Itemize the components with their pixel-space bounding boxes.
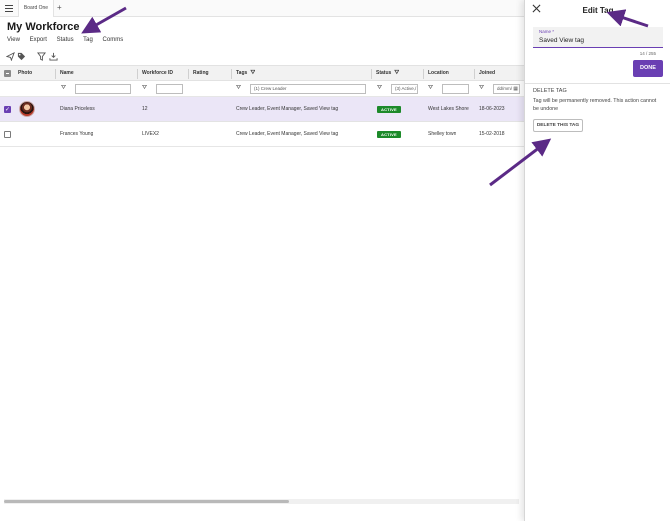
status-badge: ACTIVE <box>377 122 401 146</box>
workforce-id-filter-input[interactable] <box>156 84 183 94</box>
cell-name[interactable]: Frances Young <box>60 122 93 146</box>
menu-status[interactable]: Status <box>57 37 74 43</box>
delete-tag-heading: DELETE TAG <box>533 88 567 94</box>
select-all-checkbox[interactable] <box>4 66 11 80</box>
send-icon[interactable] <box>5 51 15 62</box>
avatar <box>19 97 35 121</box>
tag-name-field[interactable]: Name * Saved View tag <box>533 27 663 48</box>
funnel-icon[interactable]: ⛛ <box>236 85 241 92</box>
cell-name[interactable]: Diana Priceless <box>60 97 95 121</box>
filter-row: ⛛ ⛛ ⛛ (1) Crew Leader ⛛ (3) Active,/ ⛛ ⛛… <box>0 81 524 97</box>
funnel-icon[interactable]: ⛛ <box>479 85 484 92</box>
cell-tags: Crew Leader, Event Manager, Saved View t… <box>236 106 339 112</box>
joined-filter-text: dd/mm/ <box>497 86 513 91</box>
cell-joined: 18-06-2023 <box>479 106 505 112</box>
status-filter-input[interactable]: (3) Active,/ <box>391 84 418 94</box>
filter-icon[interactable] <box>36 52 46 62</box>
scrollbar-thumb[interactable] <box>4 500 289 503</box>
cell-workforce-id: LIVEX2 <box>142 131 159 137</box>
status-badge-label: ACTIVE <box>377 130 401 138</box>
cell-location: West Lakes Shore <box>428 106 469 112</box>
funnel-icon[interactable]: ⛛ <box>377 85 382 92</box>
char-counter: 14 / 255 <box>639 51 656 56</box>
name-filter-input[interactable] <box>75 84 131 94</box>
funnel-icon[interactable]: ⛛ <box>61 85 66 92</box>
funnel-icon[interactable]: ⛛ <box>428 85 433 92</box>
tags-filter-input[interactable]: (1) Crew Leader <box>250 84 366 94</box>
funnel-icon[interactable]: ⛛ <box>250 70 255 77</box>
column-header-photo[interactable]: Photo <box>18 66 32 80</box>
menu-tag[interactable]: Tag <box>83 37 93 43</box>
horizontal-scrollbar[interactable] <box>4 499 519 504</box>
column-header-name[interactable]: Name <box>60 66 74 80</box>
column-header-joined[interactable]: Joined <box>479 66 495 80</box>
table-header: Photo Name Workforce ID Rating Tags ⛛ Sta… <box>0 65 524 81</box>
cell-workforce-id: 12 <box>142 106 148 112</box>
add-tab-button[interactable]: + <box>57 3 62 13</box>
menu-comms[interactable]: Comms <box>103 37 124 43</box>
menu-view[interactable]: View <box>7 37 20 43</box>
cell-location: Shelley town <box>428 131 457 137</box>
done-button[interactable]: DONE <box>633 60 663 77</box>
edit-tag-panel: Edit Tag Name * Saved View tag 14 / 255 … <box>524 0 670 521</box>
column-header-tags-label: Tags <box>236 70 248 76</box>
calendar-icon[interactable]: ▦ <box>513 85 518 93</box>
cell-joined: 15-02-2018 <box>479 131 505 137</box>
tag-icon[interactable] <box>16 52 26 62</box>
cell-tags: Crew Leader, Event Manager, Saved View t… <box>236 131 339 137</box>
menu-icon[interactable] <box>4 3 14 13</box>
funnel-icon[interactable]: ⛛ <box>142 85 147 92</box>
tab-board-one[interactable]: Board One <box>18 0 54 17</box>
download-icon[interactable] <box>48 52 58 62</box>
status-badge-label: ACTIVE <box>377 105 401 113</box>
column-header-tags[interactable]: Tags ⛛ <box>236 66 255 80</box>
menu-export[interactable]: Export <box>30 37 47 43</box>
delete-tag-message: Tag will be permanently removed. This ac… <box>533 98 657 112</box>
location-filter-input[interactable] <box>442 84 469 94</box>
page-title: My Workforce <box>7 21 80 33</box>
status-badge: ACTIVE <box>377 97 401 121</box>
divider <box>525 83 670 84</box>
panel-title: Edit Tag <box>582 6 614 15</box>
row-checkbox[interactable] <box>4 122 11 146</box>
row-checkbox[interactable]: ✓ <box>4 97 11 121</box>
tag-name-label: Name * <box>539 29 555 34</box>
column-header-rating[interactable]: Rating <box>193 66 209 80</box>
joined-filter-input[interactable]: dd/mm/▦ <box>493 84 520 94</box>
column-header-status[interactable]: Status ⛛ <box>376 66 399 80</box>
funnel-icon[interactable]: ⛛ <box>394 70 399 77</box>
column-header-workforce-id[interactable]: Workforce ID <box>142 66 173 80</box>
tab-bar: Board One + <box>0 0 524 17</box>
tag-name-value[interactable]: Saved View tag <box>539 37 584 44</box>
table-row[interactable]: Frances Young LIVEX2 Crew Leader, Event … <box>0 122 524 147</box>
action-menu: View Export Status Tag Comms <box>7 37 131 43</box>
delete-tag-button[interactable]: DELETE THIS TAG <box>533 119 583 132</box>
column-header-location[interactable]: Location <box>428 66 449 80</box>
column-header-status-label: Status <box>376 70 392 76</box>
table-row[interactable]: ✓ Diana Priceless 12 Crew Leader, Event … <box>0 97 524 122</box>
